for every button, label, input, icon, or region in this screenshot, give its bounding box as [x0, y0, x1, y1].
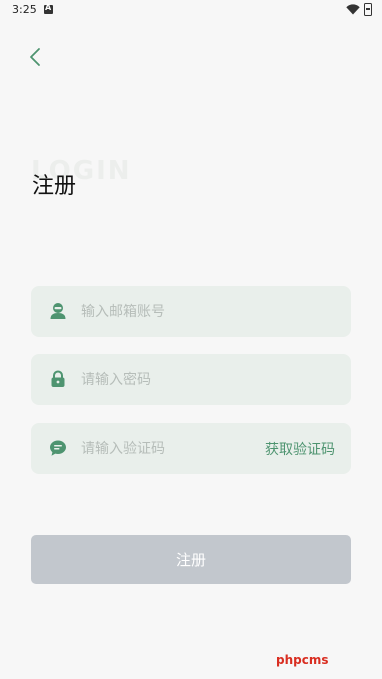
chat-bubble-icon	[50, 440, 66, 456]
get-code-button[interactable]: 获取验证码	[265, 439, 335, 459]
wifi-icon	[346, 4, 360, 15]
email-input[interactable]	[81, 286, 331, 337]
status-bar: 3:25	[0, 0, 382, 20]
verification-code-input[interactable]	[81, 423, 251, 474]
lock-icon	[51, 370, 65, 387]
back-chevron-icon[interactable]	[26, 46, 48, 68]
status-time: 3:25	[12, 3, 37, 16]
register-button[interactable]: 注册	[31, 535, 351, 584]
brand-watermark: phpcms	[276, 653, 329, 667]
page-title: 注册	[32, 174, 77, 199]
password-field[interactable]	[31, 354, 351, 405]
battery-icon	[364, 3, 372, 16]
email-field[interactable]	[31, 286, 351, 337]
user-icon	[50, 303, 66, 319]
password-input[interactable]	[81, 354, 331, 405]
notification-icon	[44, 3, 53, 14]
verification-code-field[interactable]: 获取验证码	[31, 423, 351, 474]
